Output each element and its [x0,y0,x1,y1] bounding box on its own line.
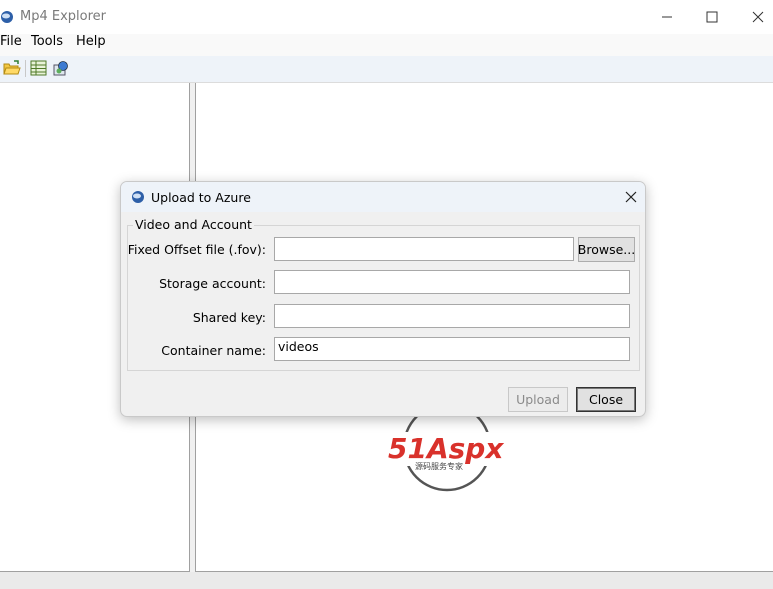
watermark-tagline: 源码服务专家 [415,461,463,471]
dialog-title: Upload to Azure [151,190,251,205]
app-icon [1,11,13,23]
maximize-icon [706,11,718,23]
container-name-label: Container name: [161,343,266,358]
dialog-app-icon [132,191,144,203]
container-name-input[interactable]: videos [274,337,630,361]
menu-file[interactable]: File [0,34,22,56]
toolbar [0,56,773,83]
maximize-button[interactable] [689,0,735,34]
menu-tools[interactable]: Tools [31,34,63,56]
upload-dialog: Upload to Azure Video and Account Fixed … [120,181,646,417]
minimize-button[interactable] [644,0,690,34]
close-window-button[interactable] [735,0,773,34]
menu-bar [0,34,773,56]
menu-help[interactable]: Help [76,34,106,56]
group-label: Video and Account [133,217,254,232]
upload-button[interactable]: Upload [508,387,568,412]
open-folder-icon[interactable] [3,60,21,76]
close-icon [752,11,764,23]
watermark-logo-text: 51Aspx [388,432,504,465]
toolbar-separator [25,60,26,77]
shared-key-input[interactable] [274,304,630,328]
window-title: Mp4 Explorer [20,9,106,24]
fov-label: Fixed Offset file (.fov): [127,242,266,257]
grid-icon[interactable] [30,60,48,76]
upload-icon[interactable] [52,60,70,76]
browse-button[interactable]: Browse... [578,237,635,262]
shared-key-label: Shared key: [192,310,266,325]
status-bar [0,572,773,589]
storage-account-label: Storage account: [159,276,266,291]
storage-account-input[interactable] [274,270,630,294]
close-icon [625,191,637,203]
fov-input[interactable] [274,237,574,261]
close-button[interactable]: Close [576,387,636,412]
dialog-close-button[interactable] [617,182,645,212]
minimize-icon [662,16,672,18]
